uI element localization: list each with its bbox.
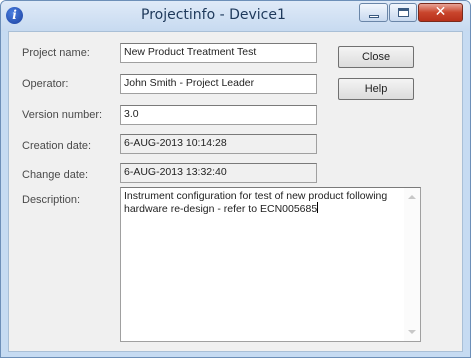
- description-label: Description:: [22, 194, 81, 206]
- minimize-button[interactable]: [359, 3, 388, 22]
- close-window-button[interactable]: ✕: [418, 3, 463, 22]
- text-caret: [317, 202, 319, 213]
- description-textarea[interactable]: Instrument configuration for test of new…: [120, 187, 421, 342]
- dialog-body: Project name: New Product Treatment Test…: [8, 31, 463, 352]
- help-button[interactable]: Help: [338, 78, 414, 100]
- maximize-button[interactable]: [389, 3, 417, 22]
- close-icon: ✕: [434, 4, 447, 20]
- description-text: Instrument configuration for test of new…: [124, 190, 402, 215]
- project-name-input[interactable]: New Product Treatment Test: [120, 43, 317, 63]
- creation-date-field: 6-AUG-2013 10:14:28: [120, 134, 317, 154]
- creation-date-label: Creation date:: [22, 140, 92, 152]
- description-value: Instrument configuration for test of new…: [124, 190, 388, 215]
- projectinfo-dialog: i Projectinfo - Device1 ✕ Project name: …: [0, 0, 471, 358]
- change-date-label: Change date:: [22, 169, 89, 181]
- version-number-label: Version number:: [22, 109, 103, 121]
- maximize-icon: [390, 4, 416, 21]
- minimize-icon: [360, 4, 387, 21]
- version-number-input[interactable]: 3.0: [120, 105, 317, 125]
- change-date-field: 6-AUG-2013 13:32:40: [120, 163, 317, 183]
- title-bar[interactable]: i Projectinfo - Device1 ✕: [1, 1, 470, 31]
- operator-input[interactable]: John Smith - Project Leader: [120, 74, 317, 94]
- scroll-down-arrow-icon[interactable]: [408, 330, 416, 334]
- description-scrollbar[interactable]: [404, 188, 420, 341]
- scroll-up-arrow-icon[interactable]: [408, 195, 416, 199]
- info-icon[interactable]: i: [6, 7, 23, 24]
- project-name-label: Project name:: [22, 47, 90, 59]
- window-title: Projectinfo - Device1: [141, 7, 286, 23]
- close-button[interactable]: Close: [338, 46, 414, 68]
- operator-label: Operator:: [22, 78, 69, 90]
